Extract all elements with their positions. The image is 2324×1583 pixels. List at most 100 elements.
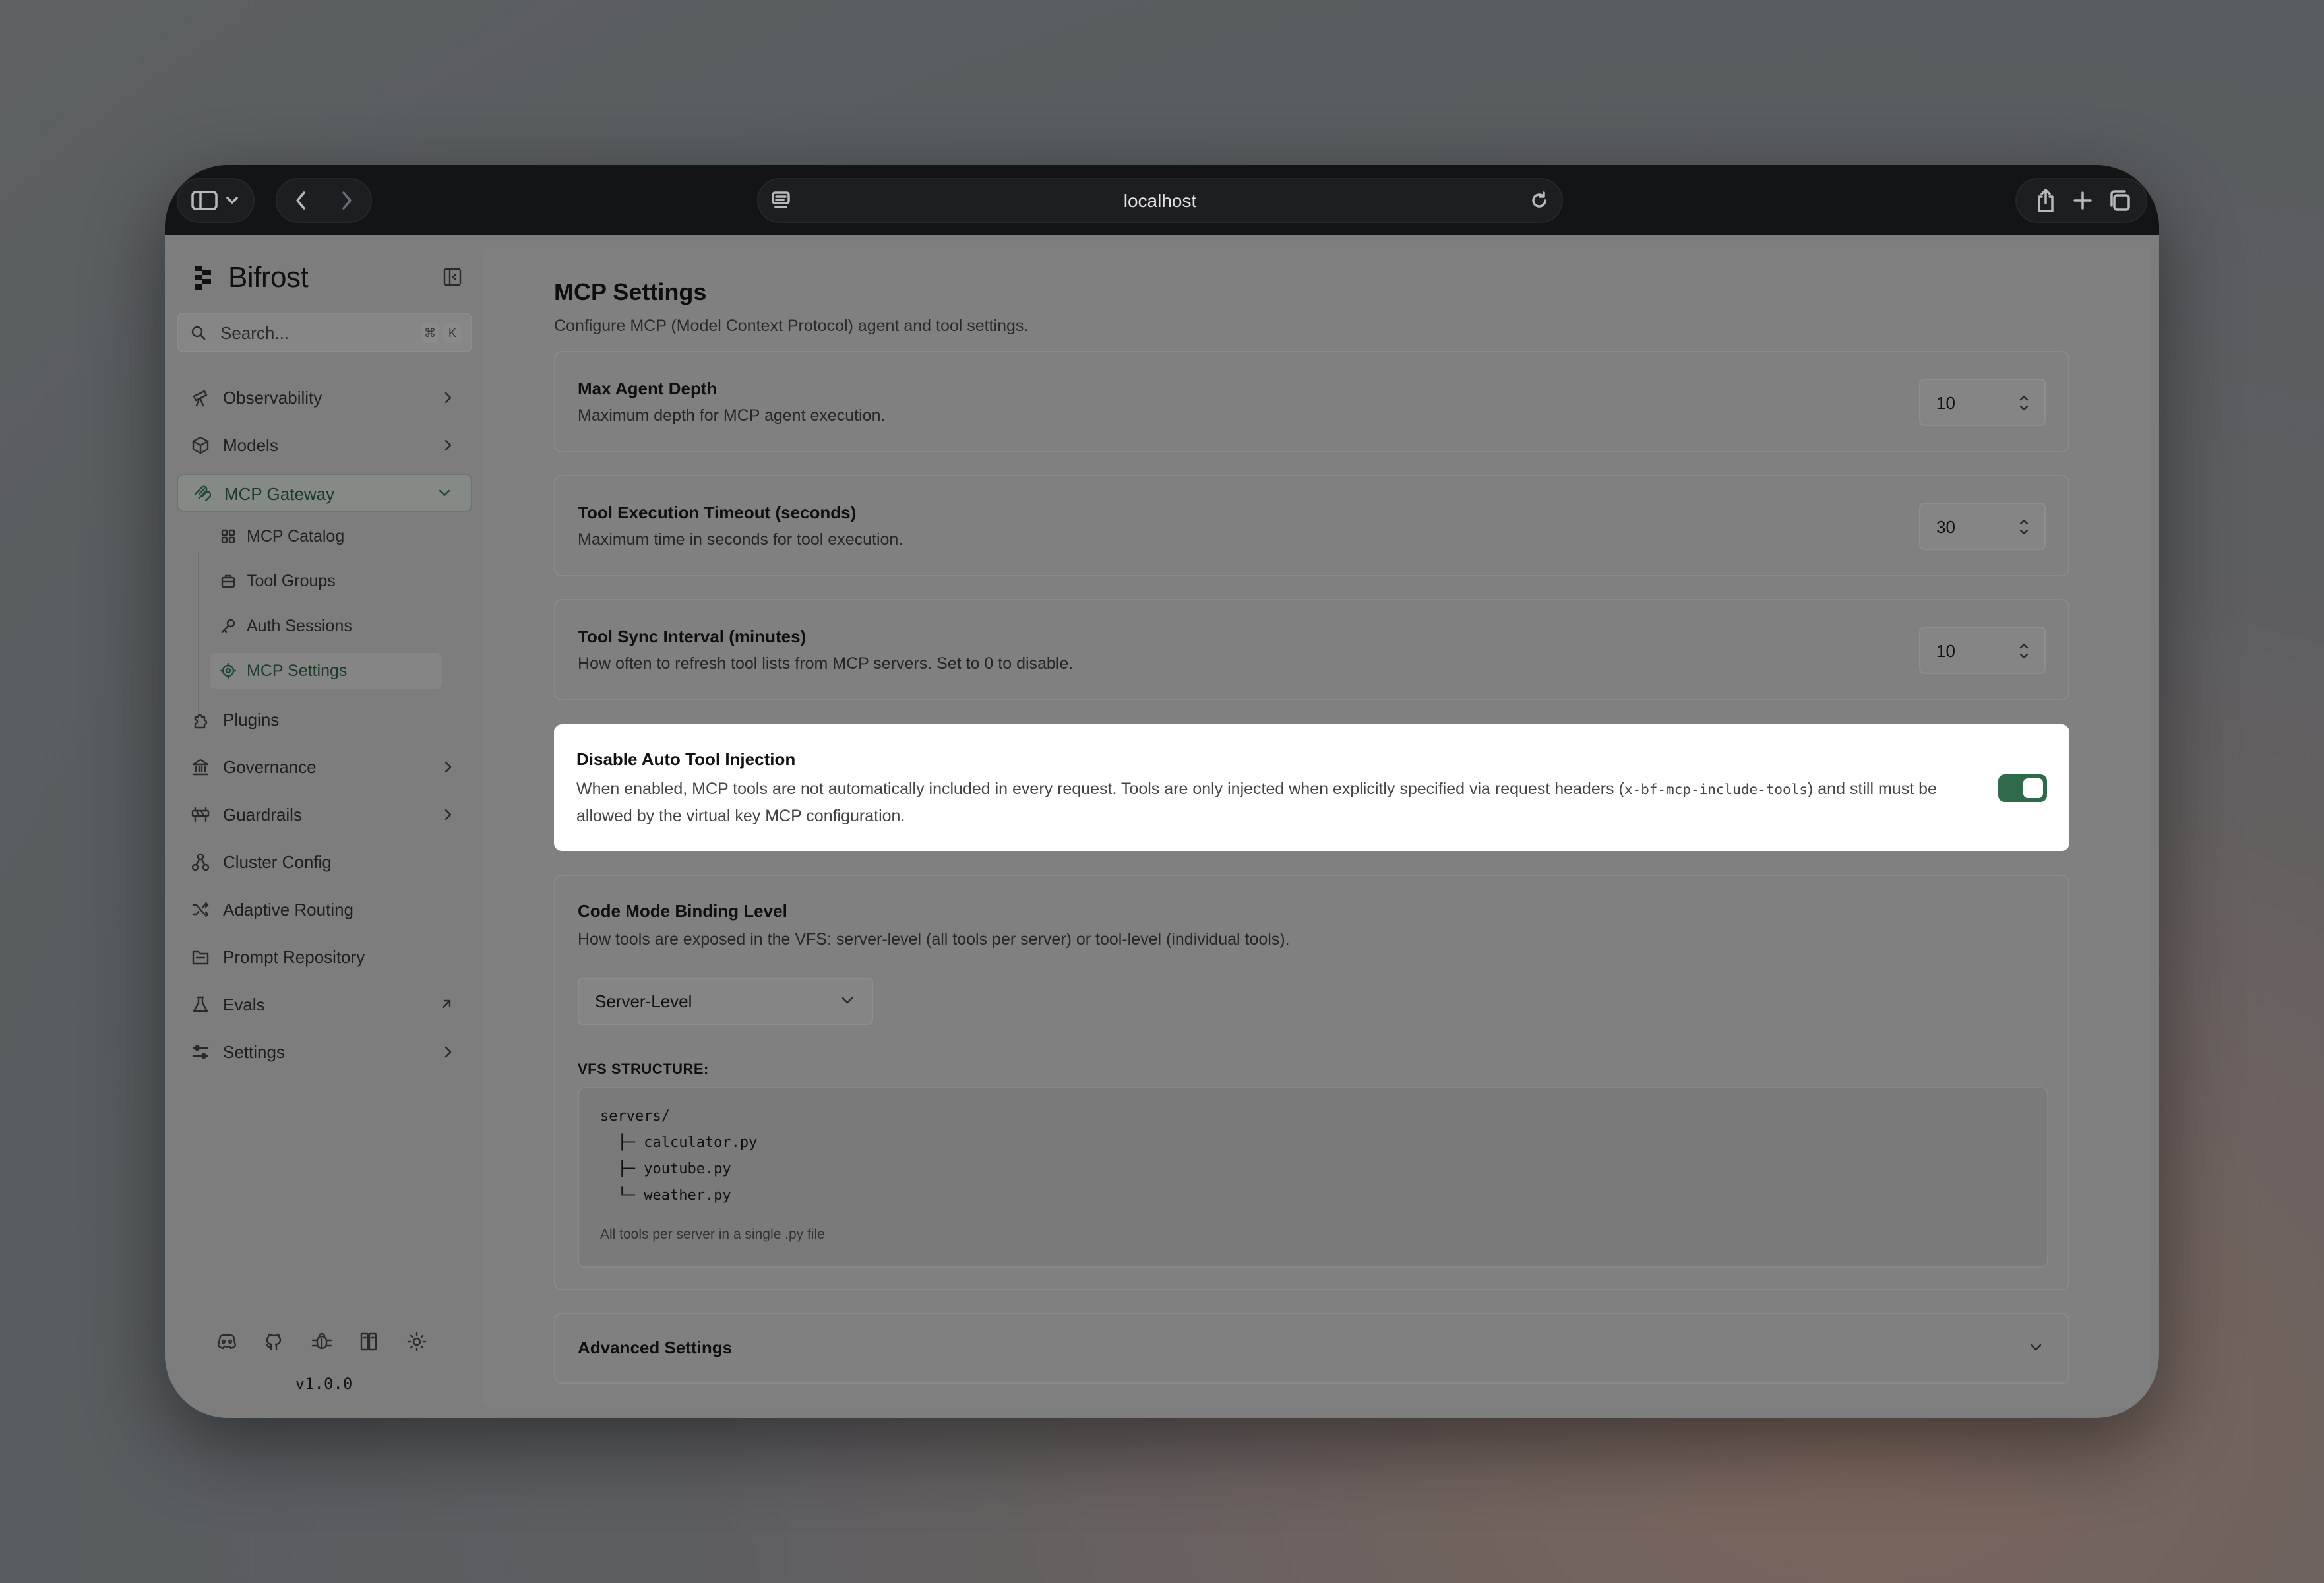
mcp-icon <box>193 485 212 503</box>
sidebar-subitem-label: Tool Groups <box>247 572 336 590</box>
shuffle-icon <box>191 900 210 919</box>
sidebar-item-label: Settings <box>223 1042 285 1062</box>
page-title: MCP Settings <box>554 278 707 305</box>
sidebar-item-governance[interactable]: Governance <box>177 748 472 786</box>
advanced-settings-accordion[interactable]: Advanced Settings <box>554 1313 2069 1384</box>
tool-timeout-input[interactable]: 30 <box>1919 503 2046 550</box>
toggle-knob <box>2023 778 2043 798</box>
bug-icon[interactable] <box>310 1330 334 1353</box>
accordion-title: Advanced Settings <box>578 1338 733 1357</box>
sidebar-item-adaptive-routing[interactable]: Adaptive Routing <box>177 890 472 929</box>
bank-icon <box>191 758 210 776</box>
chevron-down-icon[interactable] <box>218 178 247 223</box>
vfs-note: All tools per server in a single .py fil… <box>600 1227 825 1242</box>
input-value: 10 <box>1936 641 1955 661</box>
search-input[interactable]: Search... ⌘ K <box>177 313 472 352</box>
sidebar: Bifrost Search... ⌘ K Observability Mode… <box>165 235 483 1418</box>
sidebar-item-label: Evals <box>223 995 265 1014</box>
collapse-sidebar-icon[interactable] <box>442 266 463 288</box>
select-value: Server-Level <box>595 991 692 1011</box>
main-content: MCP Settings Configure MCP (Model Contex… <box>483 247 2150 1408</box>
gear-icon <box>220 662 237 682</box>
sidebar-item-tool-groups[interactable]: Tool Groups <box>210 563 442 599</box>
sidebar-item-guardrails[interactable]: Guardrails <box>177 795 472 834</box>
sidebar-item-mcp-catalog[interactable]: MCP Catalog <box>210 518 442 554</box>
setting-description: When enabled, MCP tools are not automati… <box>576 776 1988 829</box>
sidebar-item-auth-sessions[interactable]: Auth Sessions <box>210 608 442 644</box>
disable-auto-injection-card: Disable Auto Tool Injection When enabled… <box>554 724 2069 851</box>
sidebar-item-label: Models <box>223 435 278 455</box>
binding-level-select[interactable]: Server-Level <box>578 978 873 1025</box>
chevron-down-icon <box>2029 1343 2043 1355</box>
tabs-overview-icon[interactable] <box>2097 178 2142 223</box>
chevron-down-icon <box>438 489 451 501</box>
address-bar[interactable]: localhost <box>757 178 1563 223</box>
cube-icon <box>191 436 210 454</box>
chevron-down-icon <box>840 996 855 1009</box>
input-value: 10 <box>1936 393 1955 413</box>
forward-icon[interactable] <box>324 178 369 223</box>
sidebar-item-label: Governance <box>223 757 317 777</box>
setting-title: Code Mode Binding Level <box>578 901 787 921</box>
stepper-icon[interactable] <box>2018 393 2030 416</box>
setting-title: Tool Execution Timeout (seconds) <box>578 503 857 522</box>
toolbox-icon <box>220 573 236 592</box>
sidebar-subitem-label: MCP Catalog <box>247 527 345 545</box>
barrier-icon <box>191 805 210 824</box>
code-mode-card: Code Mode Binding Level How tools are ex… <box>554 875 2069 1290</box>
puzzle-icon <box>191 710 210 729</box>
setting-title: Tool Sync Interval (minutes) <box>578 627 807 646</box>
sidebar-item-evals[interactable]: Evals <box>177 985 472 1024</box>
disable-auto-injection-toggle[interactable] <box>1998 774 2047 802</box>
external-link-icon <box>441 998 452 1013</box>
sidebar-item-plugins[interactable]: Plugins <box>177 700 472 739</box>
chevron-right-icon <box>443 1045 452 1062</box>
vfs-structure-label: VFS STRUCTURE: <box>578 1061 709 1077</box>
docs-icon[interactable] <box>357 1330 381 1353</box>
sidebar-item-observability[interactable]: Observability <box>177 379 472 417</box>
telescope-icon <box>191 388 210 407</box>
back-icon[interactable] <box>278 178 323 223</box>
tool-sync-card: Tool Sync Interval (minutes) How often t… <box>554 599 2069 700</box>
sidebar-item-mcp-gateway[interactable]: MCP Gateway <box>177 474 472 512</box>
search-icon <box>190 325 207 345</box>
stepper-icon[interactable] <box>2018 641 2030 664</box>
sidebar-item-mcp-settings[interactable]: MCP Settings <box>210 653 442 689</box>
theme-icon[interactable] <box>405 1330 429 1353</box>
chevron-right-icon <box>443 808 452 824</box>
sidebar-item-models[interactable]: Models <box>177 426 472 464</box>
sidebar-item-label: MCP Gateway <box>224 484 335 504</box>
setting-title: Disable Auto Tool Injection <box>576 749 796 769</box>
tool-sync-input[interactable]: 10 <box>1919 627 2046 674</box>
page-subtitle: Configure MCP (Model Context Protocol) a… <box>554 317 1029 335</box>
sidebar-item-label: Observability <box>223 388 322 408</box>
shortcut-key: K <box>443 323 462 343</box>
sidebar-item-label: Plugins <box>223 710 280 729</box>
sidebar-footer-icons <box>215 1330 429 1353</box>
max-agent-depth-input[interactable]: 10 <box>1919 379 2046 426</box>
brand-logo[interactable]: Bifrost <box>193 261 309 294</box>
app-version: v1.0.0 <box>295 1375 353 1393</box>
setting-description: Maximum time in seconds for tool executi… <box>578 530 903 549</box>
sidebar-item-settings[interactable]: Settings <box>177 1033 472 1071</box>
reload-icon[interactable] <box>1527 189 1551 216</box>
brand-name: Bifrost <box>228 261 309 294</box>
chevron-right-icon <box>443 760 452 777</box>
sidebar-item-cluster-config[interactable]: Cluster Config <box>177 843 472 881</box>
sidebar-subitem-label: MCP Settings <box>247 662 348 680</box>
discord-icon[interactable] <box>215 1330 239 1353</box>
chevron-right-icon <box>443 391 452 408</box>
description-text: When enabled, MCP tools are not automati… <box>576 780 1624 798</box>
stepper-icon[interactable] <box>2018 517 2030 540</box>
bifrost-logo-icon <box>193 264 219 291</box>
vfs-line: ├─ youtube.py <box>600 1161 731 1177</box>
vfs-line: ├─ calculator.py <box>600 1134 758 1151</box>
setting-title: Max Agent Depth <box>578 379 718 398</box>
sidebar-subitem-label: Auth Sessions <box>247 617 352 635</box>
grid-icon <box>220 528 236 547</box>
header-name-code: x-bf-mcp-include-tools <box>1624 782 1808 797</box>
github-icon[interactable] <box>262 1330 286 1353</box>
sidebar-item-label: Guardrails <box>223 805 302 824</box>
sidebar-item-prompt-repository[interactable]: Prompt Repository <box>177 938 472 976</box>
flask-icon <box>191 995 210 1014</box>
